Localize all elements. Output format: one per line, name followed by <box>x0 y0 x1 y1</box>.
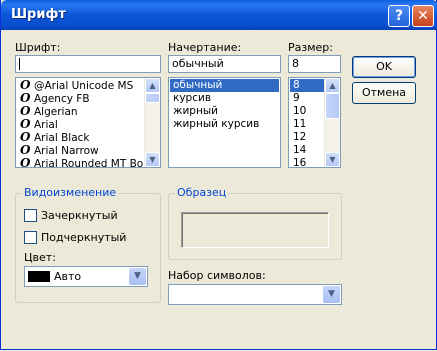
style-list-item[interactable]: жирный <box>170 105 279 118</box>
color-label: Цвет: <box>24 251 56 264</box>
font-list-item[interactable]: O Arial Rounded MT Bold <box>16 156 153 168</box>
strikeout-label[interactable]: Зачеркнутый <box>41 209 118 222</box>
style-list-item[interactable]: обычный <box>170 79 279 92</box>
style-list-item[interactable]: курсив <box>170 92 279 105</box>
underline-label[interactable]: Подчеркнутый <box>41 231 126 244</box>
scroll-down-arrow[interactable]: ▼ <box>145 152 160 167</box>
style-list-item[interactable]: жирный курсив <box>170 118 279 131</box>
scroll-down-arrow[interactable]: ▼ <box>325 152 340 167</box>
size-list-item[interactable]: 11 <box>290 118 325 131</box>
cancel-button[interactable]: Отмена <box>352 82 416 104</box>
chevron-down-icon[interactable]: ▼ <box>129 268 146 285</box>
color-swatch <box>28 271 50 282</box>
font-name: @Arial Unicode MS <box>34 80 134 92</box>
font-list-item[interactable]: O Agency FB <box>16 92 145 106</box>
sample-group: Образец <box>168 186 342 260</box>
size-list-item[interactable]: 9 <box>290 92 325 105</box>
effects-title: Видоизменение <box>22 186 119 199</box>
font-name: Arial Narrow <box>34 145 99 157</box>
effects-group: Видоизменение Зачеркнутый Подчеркнутый Ц… <box>15 186 161 303</box>
size-list-item[interactable]: 10 <box>290 105 325 118</box>
size-input[interactable]: 8 <box>288 55 341 73</box>
style-input[interactable]: обычный <box>168 55 281 73</box>
script-select[interactable]: ▼ <box>168 284 342 305</box>
font-name: Arial Rounded MT Bold <box>34 158 153 168</box>
font-list-item[interactable]: O Arial <box>16 118 145 132</box>
title-bar[interactable]: Шрифт ? ✕ <box>1 0 437 30</box>
scroll-up-arrow[interactable]: ▲ <box>145 78 160 93</box>
close-button[interactable]: ✕ <box>412 5 434 27</box>
font-list-item[interactable]: O Arial Black <box>16 131 145 145</box>
font-name: Algerian <box>34 106 78 118</box>
style-list[interactable]: обычный курсив жирный жирный курсив <box>168 77 281 168</box>
size-list-item[interactable]: 16 <box>290 157 325 167</box>
font-name: Arial Black <box>34 132 90 144</box>
scroll-thumb[interactable] <box>325 93 340 119</box>
size-list-scrollbar[interactable]: ▲ ▼ <box>324 78 340 167</box>
font-list-item[interactable]: O Arial Narrow <box>16 144 145 158</box>
underline-checkbox[interactable] <box>24 231 37 244</box>
strikeout-checkbox[interactable] <box>24 209 37 222</box>
scroll-up-arrow[interactable]: ▲ <box>325 78 340 93</box>
sample-preview <box>181 212 329 248</box>
font-name: Arial <box>34 119 58 131</box>
style-label: Начертание: <box>168 41 242 54</box>
ok-button[interactable]: OK <box>352 56 416 78</box>
scroll-thumb[interactable] <box>145 93 160 103</box>
font-list-scrollbar[interactable]: ▲ ▼ <box>144 78 160 167</box>
font-dialog: Шрифт ? ✕ Шрифт: O @Arial Unicode MS O Agen… <box>0 0 437 350</box>
font-list-item[interactable]: O Algerian <box>16 105 145 119</box>
font-list[interactable]: O @Arial Unicode MS O Agency FB O Algerian O Ar… <box>15 77 161 168</box>
font-name: Agency FB <box>34 93 90 105</box>
script-label: Набор символов: <box>168 269 266 282</box>
chevron-down-icon[interactable]: ▼ <box>323 286 340 303</box>
color-select[interactable]: Авто ▼ <box>24 266 148 287</box>
size-list-item[interactable]: 8 <box>290 79 325 92</box>
font-list-item[interactable]: O @Arial Unicode MS <box>16 79 145 93</box>
size-list-item[interactable]: 12 <box>290 131 325 144</box>
color-value: Авто <box>54 270 82 283</box>
text-cursor <box>19 58 20 70</box>
size-list-item[interactable]: 14 <box>290 144 325 157</box>
window-title: Шрифт <box>11 7 66 22</box>
help-button[interactable]: ? <box>388 5 410 27</box>
font-label: Шрифт: <box>15 41 61 54</box>
size-list[interactable]: 8 9 10 11 12 14 16 ▲ ▼ <box>288 77 341 168</box>
opentype-font-icon: O <box>20 156 31 168</box>
size-label: Размер: <box>288 41 333 54</box>
sample-title: Образец <box>175 186 229 199</box>
font-input[interactable] <box>15 55 161 73</box>
